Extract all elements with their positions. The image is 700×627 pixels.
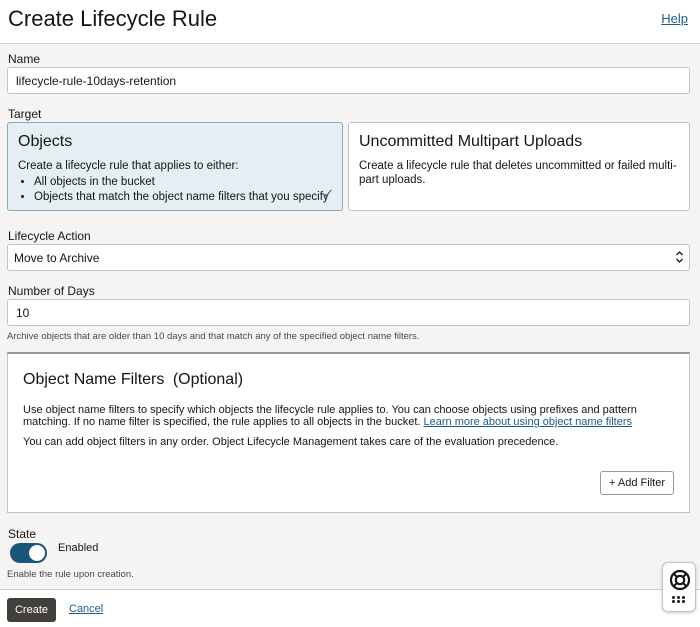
lifecycle-action-value: Move to Archive: [14, 251, 100, 265]
target-option-multipart-uploads[interactable]: Uncommitted Multipart Uploads Create a l…: [348, 122, 690, 211]
learn-more-link[interactable]: Learn more about using object name filte…: [424, 416, 633, 428]
page-header: Create Lifecycle Rule Help: [0, 0, 700, 44]
target-option-bullets: All objects in the bucket Objects that m…: [34, 175, 332, 205]
filters-title-text: Object Name Filters: [23, 371, 165, 388]
state-label: State: [8, 527, 37, 541]
days-label: Number of Days: [8, 284, 95, 298]
list-item: All objects in the bucket: [34, 175, 332, 190]
add-filter-button[interactable]: + Add Filter: [600, 471, 674, 495]
object-name-filters-panel: Object Name Filters (Optional) Use objec…: [7, 352, 690, 513]
filters-description: Use object name filters to specify which…: [23, 404, 673, 428]
help-link[interactable]: Help: [661, 11, 688, 26]
create-button[interactable]: Create: [7, 598, 56, 622]
name-label: Name: [8, 52, 41, 66]
days-input[interactable]: 10: [7, 299, 690, 326]
grid-dots-icon: [672, 596, 686, 603]
filters-optional-text: (Optional): [172, 371, 244, 388]
target-label: Target: [8, 107, 42, 121]
name-input[interactable]: lifecycle-rule-10days-retention: [7, 67, 690, 94]
toggle-knob: [29, 545, 45, 561]
lifebuoy-icon: [669, 569, 691, 591]
footer: Create Cancel: [0, 589, 700, 627]
target-option-title: Uncommitted Multipart Uploads: [359, 133, 583, 150]
target-option-description: Create a lifecycle rule that deletes unc…: [359, 160, 677, 186]
lifecycle-action-select[interactable]: Move to Archive: [7, 244, 690, 271]
target-option-title: Objects: [18, 133, 73, 150]
target-option-description: Create a lifecycle rule that applies to …: [18, 160, 239, 172]
state-toggle-label: Enabled: [58, 542, 99, 554]
cancel-link[interactable]: Cancel: [69, 603, 103, 615]
state-toggle[interactable]: [10, 543, 47, 563]
days-helper-text: Archive objects that are older than 10 d…: [7, 331, 420, 342]
list-item: Objects that match the object name filte…: [34, 190, 332, 205]
filters-precedence-text: You can add object filters in any order.…: [23, 436, 559, 448]
updown-chevron-icon: [675, 248, 684, 268]
check-icon: ✓: [323, 186, 334, 201]
page-title: Create Lifecycle Rule: [8, 6, 218, 31]
lifecycle-action-label: Lifecycle Action: [8, 229, 91, 243]
state-helper-text: Enable the rule upon creation.: [7, 569, 134, 580]
filters-title: Object Name Filters (Optional): [23, 371, 243, 389]
help-widget[interactable]: [662, 562, 696, 612]
target-option-objects[interactable]: Objects Create a lifecycle rule that app…: [7, 122, 343, 211]
